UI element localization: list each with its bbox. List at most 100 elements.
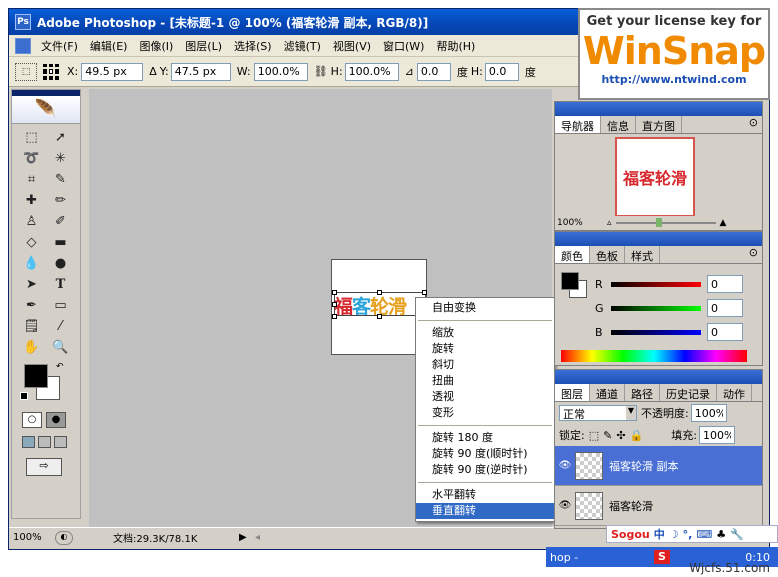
lock-all-icon[interactable]: 🔒 — [630, 429, 644, 442]
height-field[interactable] — [344, 62, 399, 81]
visibility-eye-icon[interactable]: 👁 — [555, 500, 575, 511]
transform-handle-tl[interactable] — [332, 290, 337, 295]
gradient-tool-icon[interactable]: ▬ — [47, 233, 74, 251]
foreground-color-swatch[interactable] — [24, 364, 48, 388]
ime-moon-icon[interactable]: ☽ — [669, 528, 679, 541]
tab-color[interactable]: 颜色 — [555, 246, 590, 263]
transform-handle-tr[interactable] — [422, 290, 427, 295]
ime-chinese-mode[interactable]: 中 — [654, 526, 665, 542]
color-menu-icon[interactable]: ⊙ — [749, 246, 758, 263]
menu-skew[interactable]: 斜切 — [416, 357, 554, 373]
blur-tool-icon[interactable]: 💧 — [18, 254, 45, 272]
eraser-tool-icon[interactable]: ◇ — [18, 233, 45, 251]
tab-swatches[interactable]: 色板 — [590, 246, 625, 263]
quickmask-mode-icon[interactable]: ● — [46, 412, 66, 428]
move-tool-icon[interactable]: ➚ — [47, 128, 74, 146]
clone-stamp-icon[interactable]: ♙ — [18, 212, 45, 230]
default-colors-icon[interactable] — [20, 392, 28, 400]
tab-styles[interactable]: 样式 — [625, 246, 660, 263]
magic-wand-icon[interactable]: ✳ — [47, 149, 74, 167]
navigator-menu-icon[interactable]: ⊙ — [749, 116, 758, 133]
tab-history[interactable]: 历史记录 — [660, 384, 717, 401]
g-slider[interactable] — [611, 305, 701, 311]
ime-keyboard-icon[interactable]: ⌨ — [696, 528, 712, 541]
menu-window[interactable]: 窗口(W) — [377, 38, 430, 54]
tab-actions[interactable]: 动作 — [717, 384, 752, 401]
b-slider[interactable] — [611, 329, 701, 335]
menu-select[interactable]: 选择(S) — [228, 38, 278, 54]
brush-tool-icon[interactable]: ✏ — [47, 191, 74, 209]
status-menu-arrow-icon[interactable]: ▶ — [239, 532, 251, 543]
navigator-zoom-thumb[interactable] — [655, 218, 662, 227]
y-position-field[interactable] — [170, 62, 231, 81]
menu-warp[interactable]: 变形 — [416, 405, 554, 421]
zoom-level[interactable]: 100% — [9, 532, 55, 543]
zoom-in-icon[interactable]: ▲ — [720, 218, 727, 228]
menu-perspective[interactable]: 透视 — [416, 389, 554, 405]
color-fg-swatch[interactable] — [561, 272, 579, 290]
winsnap-banner[interactable]: Get your license key for WinSnap http://… — [578, 8, 770, 100]
transform-handle-bc[interactable] — [377, 314, 382, 319]
zoom-out-icon[interactable]: ▵ — [607, 218, 612, 228]
lock-transparency-icon[interactable]: ⬚ — [589, 429, 599, 442]
swap-colors-icon[interactable]: ↶ — [56, 362, 64, 372]
layer-row[interactable]: 👁 福客轮滑 — [555, 486, 762, 526]
jump-to-imageready-icon[interactable]: ⇨ — [26, 458, 62, 476]
document-icon[interactable] — [15, 37, 31, 54]
ime-bar[interactable]: Sogou 中 ☽ °, ⌨ ♣ 🔧 — [606, 525, 778, 543]
transform-handle-bl[interactable] — [332, 314, 337, 319]
menu-rotate-180[interactable]: 旋转 180 度 — [416, 430, 554, 446]
menu-flip-vertical[interactable]: 垂直翻转 — [416, 503, 554, 519]
reference-point-icon[interactable] — [43, 63, 59, 80]
hand-tool-icon[interactable]: ✋ — [18, 338, 45, 356]
taskbar-photoshop-button[interactable]: hop - — [546, 551, 606, 564]
menu-filter[interactable]: 滤镜(T) — [278, 38, 327, 54]
g-value-field[interactable] — [707, 299, 743, 317]
color-panel-header[interactable] — [555, 232, 762, 246]
menu-layer[interactable]: 图层(L) — [179, 38, 228, 54]
angle-field[interactable] — [416, 62, 451, 81]
slice-tool-icon[interactable]: ✎ — [47, 170, 74, 188]
eyedropper-icon[interactable]: ⁄ — [47, 317, 74, 335]
notes-tool-icon[interactable]: 🗒 — [18, 317, 45, 335]
pen-tool-icon[interactable]: ✒ — [18, 296, 45, 314]
tab-channels[interactable]: 通道 — [590, 384, 625, 401]
ime-skin-icon[interactable]: ♣ — [716, 528, 726, 541]
transform-handle-ml[interactable] — [332, 302, 337, 307]
type-tool-icon[interactable]: T — [47, 275, 74, 293]
layers-panel-header[interactable] — [555, 370, 762, 384]
navigator-zoom[interactable]: 100% — [555, 218, 607, 228]
standard-mode-icon[interactable]: ○ — [22, 412, 42, 428]
menu-file[interactable]: 文件(F) — [35, 38, 84, 54]
dodge-tool-icon[interactable]: ● — [47, 254, 74, 272]
menu-rotate-90-ccw[interactable]: 旋转 90 度(逆时针) — [416, 462, 554, 478]
menu-scale[interactable]: 缩放 — [416, 325, 554, 341]
zoom-tool-icon[interactable]: 🔍 — [47, 338, 74, 356]
menu-free-transform[interactable]: 自由变换 — [416, 300, 554, 316]
lasso-tool-icon[interactable]: ➰ — [18, 149, 45, 167]
transform-tool-icon[interactable]: ⬚ — [15, 62, 37, 81]
status-scroll-left-icon[interactable]: ◂ — [255, 532, 260, 543]
link-icon[interactable]: ⛓ — [314, 65, 328, 78]
screen-mode-standard-icon[interactable] — [22, 436, 35, 448]
menu-distort[interactable]: 扭曲 — [416, 373, 554, 389]
menu-rotate[interactable]: 旋转 — [416, 341, 554, 357]
status-info-icon[interactable]: ◐ — [55, 530, 73, 545]
lock-pixels-icon[interactable]: ✎ — [603, 429, 612, 442]
crop-tool-icon[interactable]: ⌗ — [18, 170, 45, 188]
shape-tool-icon[interactable]: ▭ — [47, 296, 74, 314]
x-position-field[interactable] — [81, 62, 144, 81]
tab-navigator[interactable]: 导航器 — [555, 116, 601, 133]
r-slider[interactable] — [611, 281, 701, 287]
tab-histogram[interactable]: 直方图 — [636, 116, 682, 133]
color-spectrum-bar[interactable] — [561, 350, 747, 362]
navigator-panel-header[interactable] — [555, 102, 762, 116]
menu-rotate-90-cw[interactable]: 旋转 90 度(顺时针) — [416, 446, 554, 462]
document-canvas[interactable]: 福客轮滑 — [331, 259, 427, 355]
path-select-icon[interactable]: ➤ — [18, 275, 45, 293]
screen-mode-full-menu-icon[interactable] — [38, 436, 51, 448]
lock-position-icon[interactable]: ✣ — [616, 429, 625, 442]
tray-s-icon[interactable]: S — [654, 550, 670, 564]
tab-paths[interactable]: 路径 — [625, 384, 660, 401]
menu-help[interactable]: 帮助(H) — [430, 38, 481, 54]
